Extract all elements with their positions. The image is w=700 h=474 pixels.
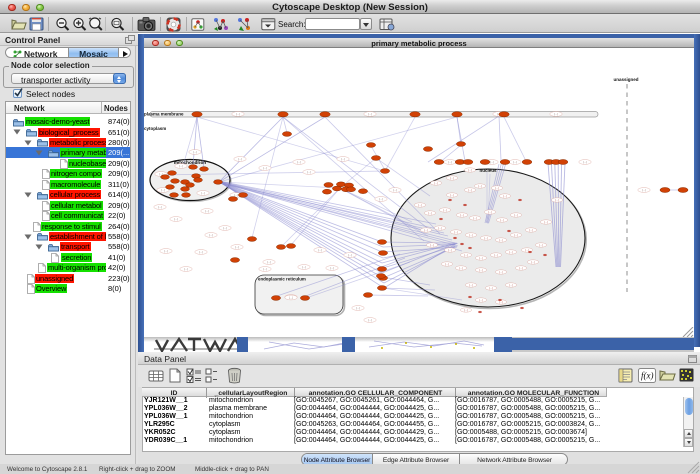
svg-text:[....]: [....] [531, 261, 535, 264]
svg-text:[....]: [....] [205, 210, 209, 213]
svg-text:[....]: [....] [236, 113, 240, 116]
svg-text:[....]: [....] [469, 284, 473, 287]
svg-text:[....]: [....] [238, 158, 242, 161]
svg-text:[....]: [....] [438, 227, 442, 230]
svg-text:[....]: [....] [500, 219, 504, 222]
svg-text:[....]: [....] [509, 284, 513, 287]
svg-text:[....]: [....] [544, 221, 548, 224]
svg-text:[....]: [....] [263, 167, 267, 170]
svg-text:[....]: [....] [289, 297, 293, 300]
svg-text:[....]: [....] [495, 187, 499, 190]
svg-text:plasma membrane: plasma membrane [144, 112, 184, 117]
svg-text:[....]: [....] [468, 169, 472, 172]
svg-text:[....]: [....] [484, 237, 488, 240]
svg-text:[....]: [....] [529, 229, 533, 232]
svg-text:[....]: [....] [555, 199, 559, 202]
svg-text:[....]: [....] [445, 263, 449, 266]
svg-text:[....]: [....] [503, 195, 507, 198]
svg-text:[....]: [....] [454, 231, 458, 234]
svg-text:[....]: [....] [223, 227, 227, 230]
svg-text:[....]: [....] [318, 249, 322, 252]
svg-text:[....]: [....] [464, 309, 468, 312]
svg-text:[....]: [....] [448, 161, 452, 164]
svg-text:[....]: [....] [514, 214, 518, 217]
svg-text:[....]: [....] [368, 113, 372, 116]
svg-text:[....]: [....] [302, 266, 306, 269]
svg-text:[....]: [....] [209, 234, 213, 237]
svg-text:[....]: [....] [418, 204, 422, 207]
svg-text:[....]: [....] [393, 189, 397, 192]
svg-text:unassigned: unassigned [613, 77, 638, 82]
svg-text:[....]: [....] [488, 211, 492, 214]
svg-text:[....]: [....] [161, 189, 165, 192]
svg-text:[....]: [....] [379, 198, 383, 201]
svg-text:endoplasmic reticulum: endoplasmic reticulum [258, 277, 306, 282]
svg-text:[....]: [....] [184, 268, 188, 271]
svg-text:[....]: [....] [263, 268, 267, 271]
svg-text:[....]: [....] [513, 161, 517, 164]
svg-text:[....]: [....] [428, 212, 432, 215]
svg-text:[....]: [....] [490, 161, 494, 164]
svg-text:[....]: [....] [193, 151, 197, 154]
svg-text:[....]: [....] [464, 254, 468, 257]
svg-text:[....]: [....] [499, 301, 503, 304]
svg-text:[....]: [....] [330, 267, 334, 270]
svg-text:[....]: [....] [450, 194, 454, 197]
svg-text:[....]: [....] [199, 251, 203, 254]
svg-text:[....]: [....] [235, 246, 239, 249]
svg-text:[....]: [....] [434, 182, 438, 185]
svg-text:[....]: [....] [519, 267, 523, 270]
svg-text:[....]: [....] [201, 192, 205, 195]
svg-text:[....]: [....] [158, 206, 162, 209]
svg-text:[....]: [....] [450, 177, 454, 180]
svg-text:[....]: [....] [348, 254, 352, 257]
svg-text:[....]: [....] [478, 185, 482, 188]
svg-text:[....]: [....] [459, 267, 463, 270]
svg-text:[....]: [....] [479, 257, 483, 260]
svg-text:[....]: [....] [479, 269, 483, 272]
svg-text:[....]: [....] [473, 217, 477, 220]
svg-text:[....]: [....] [267, 261, 271, 264]
svg-text:[....]: [....] [489, 287, 493, 290]
svg-text:[....]: [....] [514, 234, 518, 237]
svg-text:[....]: [....] [307, 171, 311, 174]
svg-text:[....]: [....] [179, 165, 183, 168]
svg-text:[....]: [....] [554, 113, 558, 116]
svg-text:[....]: [....] [494, 254, 498, 257]
svg-text:[....]: [....] [424, 229, 428, 232]
svg-text:[....]: [....] [509, 251, 513, 254]
svg-text:[....]: [....] [448, 249, 452, 252]
svg-text:[....]: [....] [460, 214, 464, 217]
svg-text:[....]: [....] [443, 209, 447, 212]
svg-text:[....]: [....] [539, 244, 543, 247]
svg-text:[....]: [....] [499, 271, 503, 274]
svg-text:[....]: [....] [368, 319, 372, 322]
svg-text:cytoplasm: cytoplasm [144, 126, 166, 131]
svg-text:f(x): f(x) [641, 371, 654, 381]
svg-text:[....]: [....] [174, 218, 178, 221]
svg-text:[....]: [....] [479, 299, 483, 302]
svg-text:[....]: [....] [499, 239, 503, 242]
svg-text:[....]: [....] [341, 158, 345, 161]
svg-text:[....]: [....] [642, 189, 646, 192]
svg-text:[....]: [....] [468, 189, 472, 192]
svg-text:nucleus: nucleus [479, 168, 497, 173]
svg-text:[....]: [....] [164, 250, 168, 253]
svg-text:[....]: [....] [356, 307, 360, 310]
svg-text:[....]: [....] [430, 244, 434, 247]
svg-text:[....]: [....] [583, 161, 587, 164]
svg-text:[....]: [....] [297, 161, 301, 164]
svg-text:[....]: [....] [469, 234, 473, 237]
